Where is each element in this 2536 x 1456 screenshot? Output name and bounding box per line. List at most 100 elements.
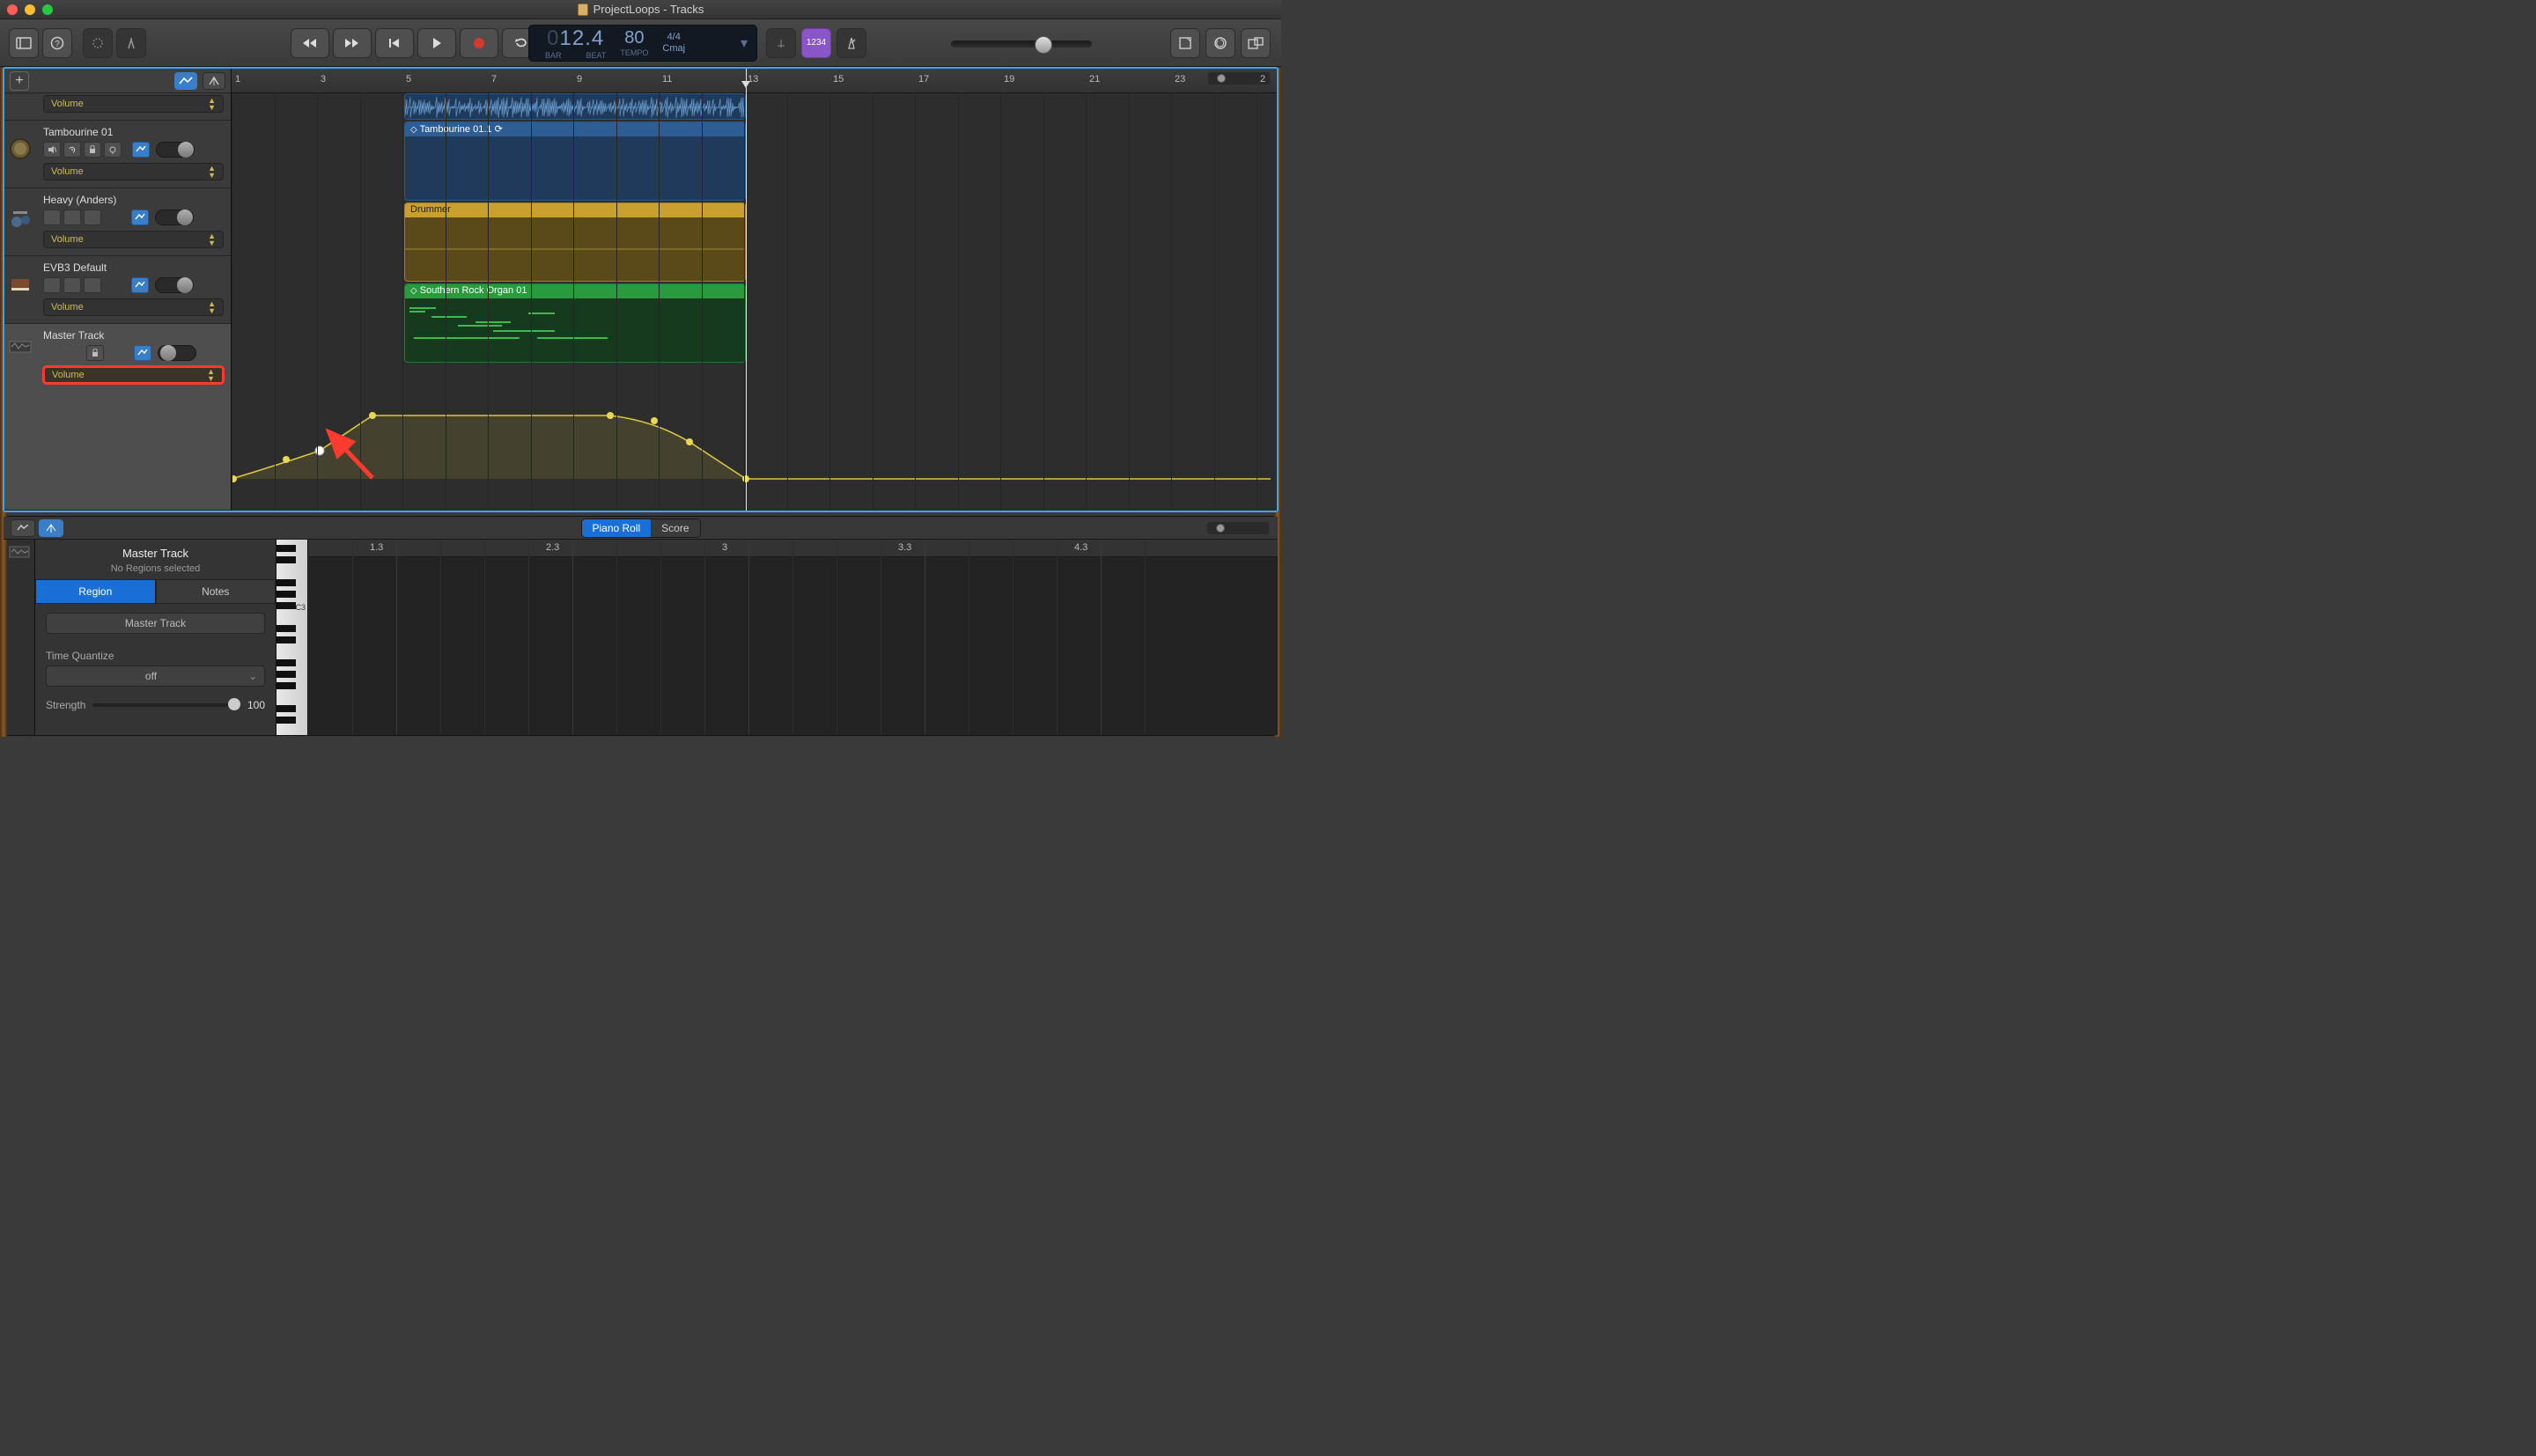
timeline-ruler[interactable]: 13579111315171921232 [232, 69, 1277, 93]
add-track-button[interactable]: + [10, 71, 29, 91]
lock-button[interactable] [84, 277, 101, 293]
metronome-button[interactable] [837, 28, 866, 58]
lcd-display[interactable]: 012.4 BARBEAT 80 TEMPO 4/4 Cmaj ▾ [528, 25, 757, 62]
smart-controls-button[interactable] [83, 28, 113, 58]
annotation-arrow [315, 421, 386, 491]
time-quantize-select[interactable]: off⌄ [46, 665, 265, 687]
ruler-tick: 7 [491, 74, 497, 85]
lcd-time-signature[interactable]: 4/4 [667, 32, 681, 43]
lcd-tempo[interactable]: 80 [624, 28, 644, 48]
mute-button[interactable] [43, 277, 61, 293]
gridline [402, 93, 403, 511]
automation-param-select[interactable]: Volume▲▼ [43, 163, 224, 180]
lcd-key[interactable]: Cmaj [662, 43, 685, 55]
strength-slider[interactable] [92, 703, 240, 707]
lock-button[interactable] [86, 345, 104, 361]
track-row[interactable]: EVB3 Default Volume▲▼ [4, 256, 231, 324]
automation-enable-button[interactable] [131, 277, 149, 293]
playhead[interactable] [746, 69, 747, 511]
waveform [405, 217, 746, 281]
editors-button[interactable] [116, 28, 146, 58]
tab-score[interactable]: Score [651, 519, 699, 537]
master-track-icon [8, 335, 33, 359]
solo-button[interactable] [63, 142, 81, 158]
count-in-button[interactable]: 1234 [801, 28, 831, 58]
transport-controls [291, 28, 541, 58]
drumkit-icon [8, 204, 33, 229]
time-quantize-label: Time Quantize [46, 650, 265, 662]
input-monitor-button[interactable] [104, 142, 122, 158]
automation-lane-master[interactable] [232, 364, 1277, 511]
record-button[interactable] [460, 28, 498, 58]
editor-automation-button[interactable] [11, 519, 35, 537]
solo-button[interactable] [63, 277, 81, 293]
audio-region[interactable] [404, 93, 746, 120]
media-browser-button[interactable] [1241, 28, 1271, 58]
gridline [829, 93, 830, 511]
master-volume-slider[interactable] [951, 40, 1092, 48]
forward-button[interactable] [333, 28, 372, 58]
automation-view-button[interactable] [174, 72, 197, 90]
ruler-tick: 9 [577, 74, 582, 85]
gridline [1171, 93, 1172, 511]
editor-ruler-tick: 3.3 [898, 542, 911, 553]
tab-notes[interactable]: Notes [156, 579, 276, 604]
lock-button[interactable] [84, 210, 101, 225]
lcd-beat: 4 [592, 26, 604, 50]
track-volume-slider[interactable] [156, 142, 195, 158]
track-row-master[interactable]: Master Track Volume▲▼ [4, 324, 231, 511]
library-button[interactable] [9, 28, 39, 58]
go-to-beginning-button[interactable] [375, 28, 414, 58]
catch-playhead-button[interactable] [203, 72, 225, 90]
automation-param-select[interactable]: Volume▲▼ [43, 366, 224, 384]
tab-region[interactable]: Region [35, 579, 156, 604]
rewind-button[interactable] [291, 28, 329, 58]
editor-ruler-tick: 4.3 [1074, 542, 1087, 553]
mute-button[interactable] [43, 210, 61, 225]
region-name-field[interactable]: Master Track [46, 613, 265, 634]
piano-roll-grid[interactable]: 1.32.333.34.3 [308, 540, 1278, 735]
track-row[interactable]: Tambourine 01 Volume▲▼ [4, 121, 231, 188]
automation-enable-button[interactable] [131, 210, 149, 225]
drummer-region[interactable]: Drummer [404, 202, 746, 282]
automation-param-select[interactable]: Volume ▲▼ [43, 95, 224, 113]
gridline [488, 93, 489, 511]
notepad-button[interactable] [1170, 28, 1200, 58]
tuner-button[interactable] [766, 28, 796, 58]
automation-param-select[interactable]: Volume▲▼ [43, 231, 224, 248]
piano-keyboard[interactable]: C3 [276, 540, 308, 735]
track-volume-slider[interactable] [155, 277, 194, 293]
track-row[interactable]: Volume ▲▼ [4, 93, 231, 121]
gridline [1086, 93, 1087, 511]
mute-button[interactable] [43, 142, 61, 158]
track-volume-slider[interactable] [155, 210, 194, 225]
ruler-tick: 23 [1175, 74, 1185, 85]
quick-help-button[interactable]: ? [42, 28, 72, 58]
inspector-subtitle: No Regions selected [35, 563, 276, 579]
organ-icon [8, 272, 33, 297]
track-name: Tambourine 01 [43, 126, 224, 138]
inspector-icon-strip [4, 540, 35, 735]
audio-region-tambourine[interactable]: ◇ Tambourine 01.1 ⟳ [404, 121, 746, 201]
editor-ruler-tick: 2.3 [546, 542, 559, 553]
track-volume-slider[interactable] [158, 345, 196, 361]
midi-region-organ[interactable]: ◇ Southern Rock Organ 01 [404, 283, 746, 363]
waveform [405, 94, 746, 120]
arrange-area[interactable]: 13579111315171921232 ◇ Tambourine 01.1 ⟳… [232, 69, 1277, 511]
gridline [1000, 93, 1001, 511]
editor-zoom-slider[interactable] [1207, 522, 1269, 534]
window-title: ProjectLoops - Tracks [0, 3, 1281, 16]
track-row[interactable]: Heavy (Anders) Volume▲▼ [4, 188, 231, 256]
play-button[interactable] [417, 28, 456, 58]
tab-piano-roll[interactable]: Piano Roll [581, 519, 651, 537]
loop-browser-button[interactable] [1205, 28, 1235, 58]
automation-param-select[interactable]: Volume▲▼ [43, 298, 224, 316]
automation-enable-button[interactable] [132, 142, 150, 158]
automation-enable-button[interactable] [134, 345, 151, 361]
piano-roll[interactable]: C3 1.32.333.34.3 [276, 540, 1278, 735]
solo-button[interactable] [63, 210, 81, 225]
editor-view-tabs: Piano Roll Score [580, 518, 700, 538]
editor-ruler-tick: 3 [722, 542, 727, 553]
lock-button[interactable] [84, 142, 101, 158]
editor-catch-button[interactable] [39, 519, 63, 537]
